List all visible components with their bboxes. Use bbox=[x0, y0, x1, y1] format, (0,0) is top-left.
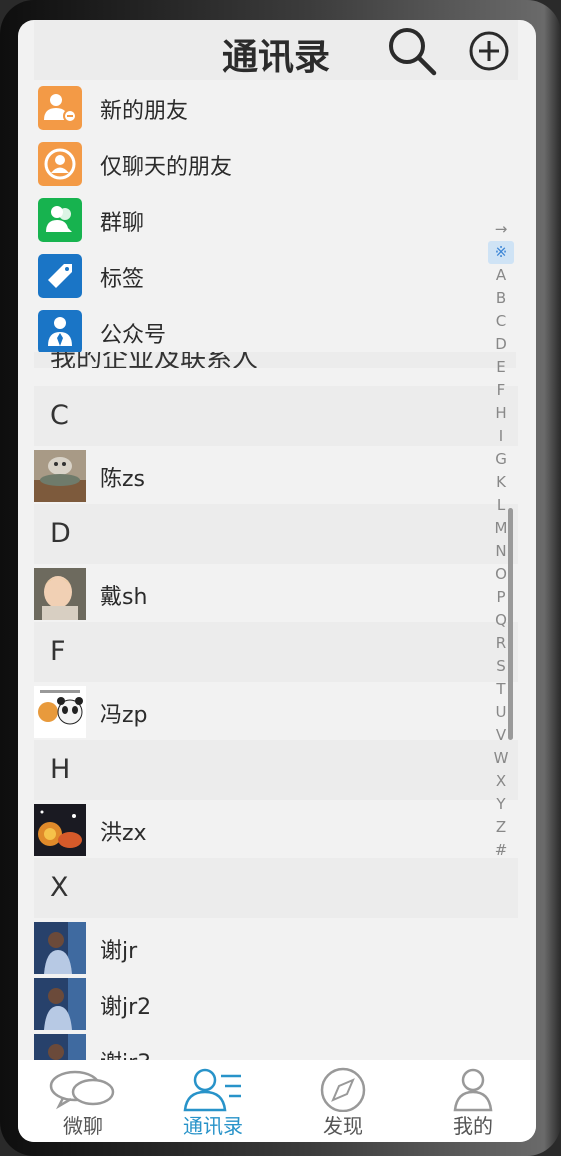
avatar bbox=[34, 922, 86, 974]
avatar bbox=[34, 686, 86, 738]
index-letter[interactable]: D bbox=[488, 333, 514, 356]
nav-label: 微聊 bbox=[63, 1114, 103, 1138]
index-letter[interactable]: F bbox=[488, 379, 514, 402]
contact-row[interactable]: 洪zx bbox=[34, 802, 518, 856]
contact-row[interactable]: 陈zs bbox=[34, 448, 518, 502]
section-letter: H bbox=[50, 754, 71, 785]
index-letter[interactable]: Y bbox=[488, 793, 514, 816]
phone-screen: 通讯录 新的朋友 仅聊天的朋友 群聊 标签 公众号 我的企业及联系人 C 陈zs… bbox=[18, 20, 536, 1142]
avatar bbox=[34, 804, 86, 856]
contacts-icon bbox=[183, 1068, 241, 1112]
contact-row[interactable]: 谢jr bbox=[34, 920, 518, 974]
nav-contacts[interactable]: 通讯录 bbox=[148, 1060, 278, 1142]
contact-name: 戴sh bbox=[100, 585, 148, 610]
contact-name: 谢jr bbox=[100, 939, 138, 964]
avatar bbox=[34, 450, 86, 502]
section-letter: X bbox=[50, 872, 69, 903]
compass-icon bbox=[320, 1067, 366, 1112]
index-letter[interactable]: H bbox=[488, 402, 514, 425]
index-letter[interactable]: I bbox=[488, 425, 514, 448]
index-letter[interactable]: # bbox=[488, 839, 514, 862]
chat-only-friend-icon bbox=[38, 142, 82, 186]
section-header-c: C bbox=[34, 386, 518, 446]
entry-new-friends[interactable]: 新的朋友 bbox=[34, 80, 514, 136]
contact-name: 冯zp bbox=[100, 703, 148, 728]
contact-row[interactable]: 戴sh bbox=[34, 566, 518, 620]
index-letter[interactable]: G bbox=[488, 448, 514, 471]
entry-label: 群聊 bbox=[100, 211, 145, 236]
entry-label: 新的朋友 bbox=[100, 99, 189, 124]
nav-label: 通讯录 bbox=[183, 1114, 243, 1138]
contact-name: 洪zx bbox=[100, 821, 147, 846]
contact-row[interactable]: 谢jr2 bbox=[34, 976, 518, 1030]
contact-name: 谢jr2 bbox=[100, 995, 152, 1020]
section-letter: D bbox=[50, 518, 71, 549]
entry-group-chat[interactable]: 群聊 bbox=[34, 192, 514, 248]
index-letter[interactable]: A bbox=[488, 264, 514, 287]
nav-label: 发现 bbox=[323, 1114, 363, 1138]
search-icon[interactable] bbox=[386, 25, 438, 77]
index-letter-active[interactable]: ※ bbox=[488, 241, 514, 264]
index-letter[interactable]: K bbox=[488, 471, 514, 494]
avatar bbox=[34, 568, 86, 620]
top-header: 通讯录 bbox=[34, 20, 518, 80]
index-letter[interactable]: → bbox=[488, 218, 514, 241]
section-header-h: H bbox=[34, 740, 518, 800]
nav-label: 我的 bbox=[453, 1114, 493, 1138]
section-header-x: X bbox=[34, 858, 518, 918]
contact-row[interactable]: 冯zp bbox=[34, 684, 518, 738]
enterprise-contacts-label: 我的企业及联系人 bbox=[50, 352, 259, 368]
nav-chat[interactable]: 微聊 bbox=[18, 1060, 148, 1142]
nav-discover[interactable]: 发现 bbox=[278, 1060, 408, 1142]
bottom-nav: 微聊 通讯录 发现 我的 bbox=[18, 1060, 536, 1142]
tag-icon bbox=[38, 254, 82, 298]
official-account-icon bbox=[38, 310, 82, 354]
new-friend-icon bbox=[38, 86, 82, 130]
entry-chat-only-friends[interactable]: 仅聊天的朋友 bbox=[34, 136, 514, 192]
index-letter[interactable]: C bbox=[488, 310, 514, 333]
index-letter[interactable]: B bbox=[488, 287, 514, 310]
entry-label: 公众号 bbox=[100, 323, 167, 348]
index-letter[interactable]: Z bbox=[488, 816, 514, 839]
section-letter: C bbox=[50, 400, 69, 431]
group-chat-icon bbox=[38, 198, 82, 242]
avatar bbox=[34, 978, 86, 1030]
index-letter[interactable]: X bbox=[488, 770, 514, 793]
nav-me[interactable]: 我的 bbox=[408, 1060, 536, 1142]
entry-tags[interactable]: 标签 bbox=[34, 248, 514, 304]
entry-label: 标签 bbox=[100, 267, 145, 292]
add-plus-icon[interactable] bbox=[468, 30, 510, 72]
index-letter[interactable]: E bbox=[488, 356, 514, 379]
profile-icon bbox=[453, 1068, 493, 1112]
scrollbar[interactable] bbox=[508, 508, 513, 740]
index-letter[interactable]: W bbox=[488, 747, 514, 770]
section-header-f: F bbox=[34, 622, 518, 682]
section-header-d: D bbox=[34, 504, 518, 564]
contact-name: 陈zs bbox=[100, 467, 146, 492]
entry-label: 仅聊天的朋友 bbox=[100, 155, 233, 180]
enterprise-contacts-header[interactable]: 我的企业及联系人 bbox=[34, 352, 516, 368]
section-letter: F bbox=[50, 636, 66, 667]
page-title: 通讯录 bbox=[221, 37, 330, 78]
chat-bubbles-icon bbox=[49, 1070, 115, 1110]
